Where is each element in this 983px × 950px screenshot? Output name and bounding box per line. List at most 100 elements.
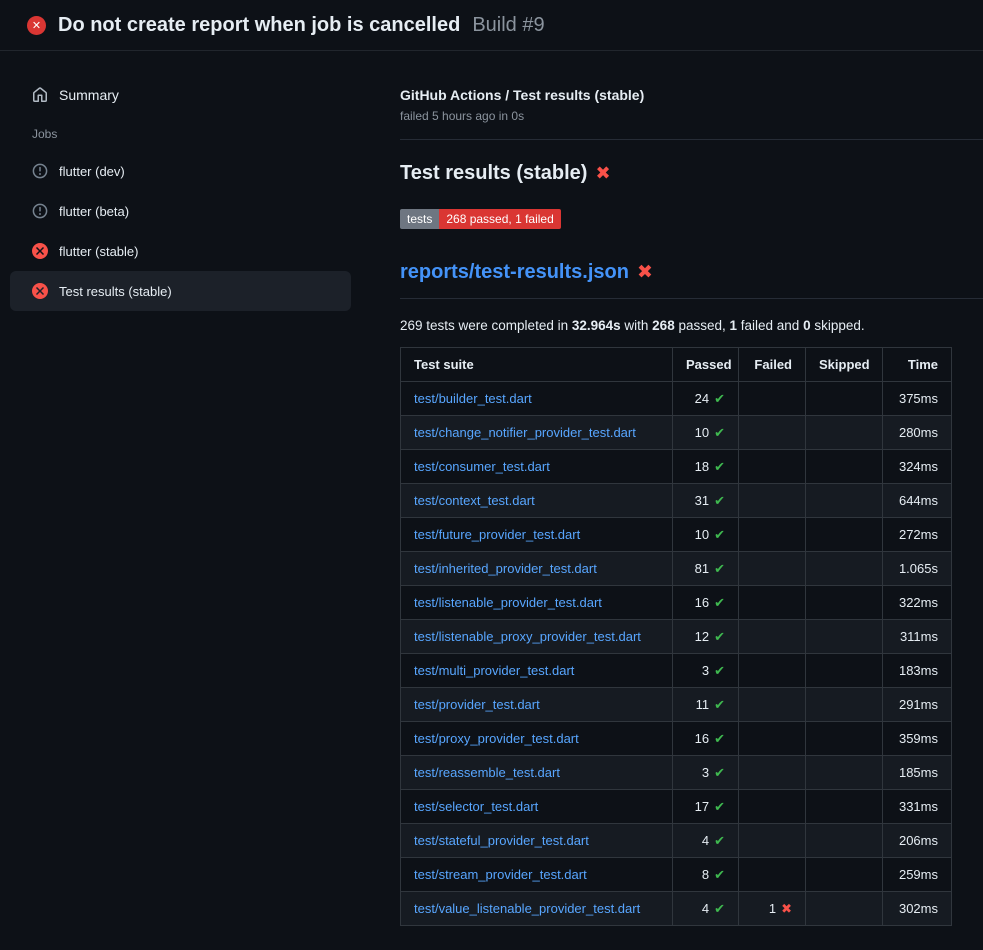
check-icon: ✔: [714, 596, 725, 611]
x-circle-icon: [32, 243, 48, 259]
time-cell: 331ms: [883, 790, 952, 824]
suite-cell: test/context_test.dart: [401, 484, 673, 518]
test-suite-link[interactable]: test/multi_provider_test.dart: [414, 663, 574, 678]
col-header-time: Time: [883, 348, 952, 382]
time-cell: 272ms: [883, 518, 952, 552]
time-cell: 311ms: [883, 620, 952, 654]
time-cell: 291ms: [883, 688, 952, 722]
table-row: test/change_notifier_provider_test.dart1…: [401, 416, 952, 450]
check-icon: ✔: [714, 800, 725, 815]
sidebar-item-summary[interactable]: Summary: [10, 79, 351, 111]
table-row: test/builder_test.dart 24✔ 375ms: [401, 382, 952, 416]
skipped-cell: [806, 382, 883, 416]
run-failed-status-icon: ✕: [27, 16, 46, 35]
passed-cell: 3✔: [673, 756, 739, 790]
test-suite-link[interactable]: test/builder_test.dart: [414, 391, 532, 406]
table-row: test/provider_test.dart11✔291ms: [401, 688, 952, 722]
results-table-body: test/builder_test.dart24✔375mstest/chang…: [401, 382, 952, 926]
failed-cell: [739, 416, 806, 450]
skipped-cell: [806, 518, 883, 552]
failed-count: 1: [730, 318, 738, 333]
passed-cell: 24✔: [673, 382, 739, 416]
failed-cell: [739, 688, 806, 722]
page-body: Summary Jobs flutter (dev) flutter (beta…: [0, 51, 983, 926]
test-suite-link[interactable]: test/listenable_provider_test.dart: [414, 595, 602, 610]
check-icon: ✔: [714, 426, 725, 441]
skipped-cell: [806, 484, 883, 518]
sidebar-job-item[interactable]: flutter (dev): [10, 151, 351, 191]
col-header-test-suite: Test suite: [401, 348, 673, 382]
check-icon: ✔: [714, 766, 725, 781]
report-title: reports/test-results.json ✖: [400, 261, 951, 284]
check-icon: ✔: [714, 664, 725, 679]
suite-cell: test/stream_provider_test.dart: [401, 858, 673, 892]
time-cell: 183ms: [883, 654, 952, 688]
table-row: test/proxy_provider_test.dart16✔359ms: [401, 722, 952, 756]
github-checks-page: ✕ Do not create report when job is cance…: [0, 0, 983, 950]
time-cell: 280ms: [883, 416, 952, 450]
test-suite-link[interactable]: test/stateful_provider_test.dart: [414, 833, 589, 848]
table-row: test/reassemble_test.dart 3✔ 185ms: [401, 756, 952, 790]
suite-cell: test/provider_test.dart: [401, 688, 673, 722]
badge-label: tests: [400, 209, 439, 229]
skipped-cell: [806, 450, 883, 484]
check-title-text: Test results (stable): [400, 162, 587, 185]
check-icon: ✔: [714, 528, 725, 543]
table-row: test/listenable_provider_test.dart16✔322…: [401, 586, 952, 620]
table-row: test/future_provider_test.dart 10✔ 272ms: [401, 518, 952, 552]
test-suite-link[interactable]: test/provider_test.dart: [414, 697, 540, 712]
passed-cell: 10✔: [673, 518, 739, 552]
test-suite-link[interactable]: test/future_provider_test.dart: [414, 527, 580, 542]
test-suite-link[interactable]: test/stream_provider_test.dart: [414, 867, 587, 882]
table-row: test/inherited_provider_test.dart81✔1.06…: [401, 552, 952, 586]
divider: [400, 298, 983, 299]
check-icon: ✔: [714, 732, 725, 747]
test-suite-link[interactable]: test/consumer_test.dart: [414, 459, 550, 474]
table-row: test/stateful_provider_test.dart4✔206ms: [401, 824, 952, 858]
sidebar-job-item[interactable]: Test results (stable): [10, 271, 351, 311]
table-row: test/stream_provider_test.dart8✔259ms: [401, 858, 952, 892]
skipped-count: 0: [803, 318, 811, 333]
test-suite-link[interactable]: test/inherited_provider_test.dart: [414, 561, 597, 576]
skipped-cell: [806, 654, 883, 688]
sidebar-job-item[interactable]: flutter (beta): [10, 191, 351, 231]
run-status-line: failed 5 hours ago in 0s: [400, 109, 951, 123]
skipped-cell: [806, 620, 883, 654]
sidebar-job-item[interactable]: flutter (stable): [10, 231, 351, 271]
job-label: flutter (stable): [59, 244, 138, 259]
job-label: Test results (stable): [59, 284, 172, 299]
check-icon: ✔: [714, 460, 725, 475]
test-suite-link[interactable]: test/proxy_provider_test.dart: [414, 731, 579, 746]
table-row: test/listenable_proxy_provider_test.dart…: [401, 620, 952, 654]
test-suite-link[interactable]: test/selector_test.dart: [414, 799, 538, 814]
passed-cell: 18✔: [673, 450, 739, 484]
time-cell: 359ms: [883, 722, 952, 756]
suite-cell: test/reassemble_test.dart: [401, 756, 673, 790]
failed-cell: [739, 552, 806, 586]
failed-cell: [739, 722, 806, 756]
test-suite-link[interactable]: test/context_test.dart: [414, 493, 535, 508]
check-icon: ✔: [714, 902, 725, 917]
test-suite-link[interactable]: test/value_listenable_provider_test.dart: [414, 901, 640, 916]
suite-cell: test/value_listenable_provider_test.dart: [401, 892, 673, 926]
skipped-cell: [806, 688, 883, 722]
failed-cell: [739, 790, 806, 824]
sidebar-summary-label: Summary: [59, 87, 119, 103]
col-header-failed: Failed: [739, 348, 806, 382]
results-table: Test suite Passed Failed Skipped Time te…: [400, 347, 952, 926]
failed-cell: [739, 654, 806, 688]
report-link[interactable]: reports/test-results.json: [400, 261, 629, 284]
test-suite-link[interactable]: test/listenable_proxy_provider_test.dart: [414, 629, 641, 644]
table-header-row: Test suite Passed Failed Skipped Time: [401, 348, 952, 382]
suite-cell: test/consumer_test.dart: [401, 450, 673, 484]
time-cell: 375ms: [883, 382, 952, 416]
divider: [400, 139, 983, 140]
test-suite-link[interactable]: test/change_notifier_provider_test.dart: [414, 425, 636, 440]
test-suite-link[interactable]: test/reassemble_test.dart: [414, 765, 560, 780]
time-cell: 185ms: [883, 756, 952, 790]
suite-cell: test/selector_test.dart: [401, 790, 673, 824]
skipped-cell: [806, 722, 883, 756]
failed-cell: [739, 824, 806, 858]
table-row: test/context_test.dart31✔644ms: [401, 484, 952, 518]
alert-circle-icon: [32, 163, 48, 179]
